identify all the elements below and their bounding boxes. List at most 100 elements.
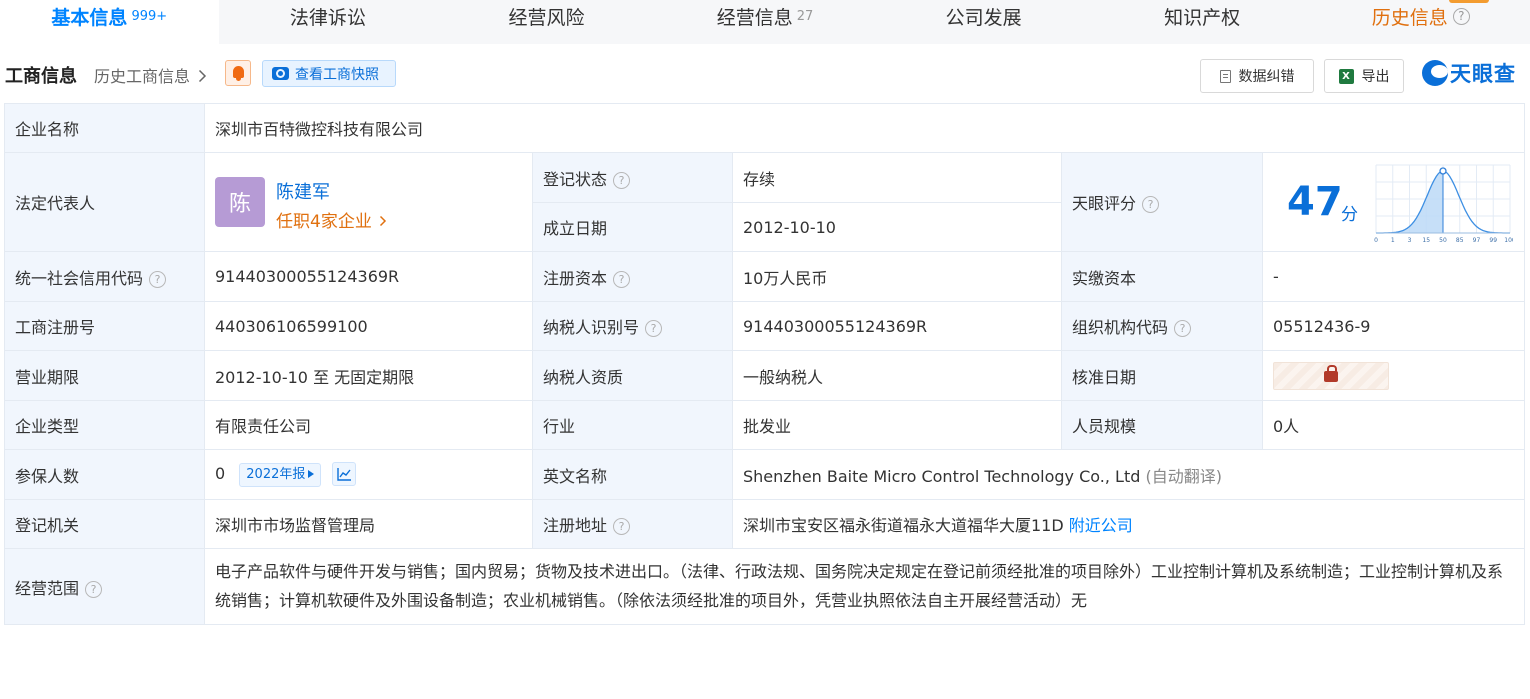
tab-ip[interactable]: 知识产权 [1093,0,1312,44]
tab-operation-info[interactable]: 经营信息 27 [656,0,875,44]
industry-value: 批发业 [732,400,1062,450]
reg-no-value: 440306106599100 [204,301,533,351]
help-icon[interactable]: ? [1174,320,1192,337]
help-icon[interactable]: ? [645,320,663,337]
legal-rep-name-link[interactable]: 陈建军 [276,178,330,204]
x-tick-label: 50 [1439,237,1447,244]
legal-rep-cell: 陈 陈建军 任职4家企业 [204,152,533,252]
address-label-cell: 注册地址? [532,499,733,549]
annual-report-label: 2022年报 [246,467,306,482]
nearby-companies-link[interactable]: 附近公司 [1069,516,1133,535]
company-type-value: 有限责任公司 [204,400,533,450]
score-marker [1439,167,1447,175]
help-icon[interactable]: ? [85,580,103,598]
section-header: 工商信息 历史工商信息 查看工商快照 数据纠错 X 导出 天眼查 [0,56,1530,93]
camera-icon [272,67,289,80]
business-info-table: 企业名称 深圳市百特微控科技有限公司 法定代表人 陈 陈建军 任职4家企业 登记… [4,103,1526,625]
score-unit: 分 [1341,205,1358,225]
insured-value: 0 [215,464,226,483]
authority-value: 深圳市市场监督管理局 [204,499,533,549]
tax-id-label: 纳税人识别号 [543,318,640,337]
insured-cell: 0 2022年报 [204,449,533,500]
trend-chart-icon [337,468,352,481]
tab-label: 公司发展 [945,7,1022,29]
credit-code-value: 91440300055124369R [204,251,533,302]
capital-label-cell: 注册资本? [532,251,733,302]
snapshot-label: 查看工商快照 [295,66,379,83]
en-name-label: 英文名称 [532,449,733,500]
history-business-link[interactable]: 历史工商信息 [94,63,207,87]
help-icon[interactable]: ? [1452,8,1470,25]
tab-count: 27 [796,9,814,24]
rep-companies-link[interactable]: 任职4家企业 [276,207,387,232]
trend-chart-button[interactable] [332,462,357,486]
tab-development[interactable]: 公司发展 [874,0,1093,44]
x-tick-label: 3 [1408,237,1412,244]
score-cell[interactable]: 47 分 0 1 3 15 50 85 97 99 100 [1261,152,1526,252]
status-label-cell: 登记状态? [532,152,733,203]
x-tick-label: 99 [1489,237,1497,244]
status-label: 登记状态 [543,169,608,189]
table-row: 企业名称 深圳市百特微控科技有限公司 [4,103,1526,153]
lock-icon [1324,364,1338,382]
tab-label: 经营信息 [716,7,793,29]
tax-id-value: 91440300055124369R [732,301,1062,351]
score-label: 天眼评分 [1072,194,1137,213]
logo-text: 天眼查 [1450,62,1516,86]
tab-label: 基本信息 [51,7,128,29]
chevron-right-icon [380,215,387,227]
annual-report-dropdown[interactable]: 2022年报 [239,463,322,487]
chevron-right-icon [199,69,207,83]
x-tick-label: 85 [1456,237,1464,244]
help-icon[interactable]: ? [1142,196,1160,213]
scope-label: 经营范围 [15,578,80,598]
correction-label: 数据纠错 [1238,69,1295,85]
company-type-label: 企业类型 [4,400,205,450]
term-label: 营业期限 [4,350,205,401]
staff-value: 0人 [1261,400,1526,450]
paid-capital-label: 实缴资本 [1061,251,1263,302]
found-date-value: 2012-10-10 [732,202,1062,252]
tab-label: 历史信息 [1371,7,1448,29]
view-snapshot-button[interactable]: 查看工商快照 [262,60,396,87]
authority-label: 登记机关 [4,499,205,549]
help-icon[interactable]: ? [613,171,631,189]
tab-operation-risk[interactable]: 经营风险 [437,0,656,44]
help-icon[interactable]: ? [613,518,631,535]
help-icon[interactable]: ? [613,270,631,288]
x-tick-label: 97 [1473,237,1481,244]
company-name-label: 企业名称 [4,103,205,153]
score-distribution-chart: 0 1 3 15 50 85 97 99 100 [1374,164,1513,244]
bell-icon [233,66,244,78]
avatar[interactable]: 陈 [215,177,265,227]
en-name-value: Shenzhen Baite Micro Control Technology … [743,466,1141,486]
tab-litigation[interactable]: 法律诉讼 [219,0,438,44]
insured-label: 参保人数 [4,449,205,500]
tab-basic-info[interactable]: 基本信息 999+ [0,0,219,44]
found-date-label: 成立日期 [532,202,733,252]
reg-no-label: 工商注册号 [4,301,205,351]
staff-label: 人员规模 [1061,400,1263,450]
table-row: 统一社会信用代码? 91440300055124369R 注册资本? 10万人民… [4,251,1526,302]
address-cell: 深圳市宝安区福永街道福永大道福华大厦11D 附近公司 [731,499,1526,549]
org-code-label-cell: 组织机构代码? [1061,301,1263,351]
table-row: 登记机关 深圳市市场监督管理局 注册地址? 深圳市宝安区福永街道福永大道福华大厦… [4,499,1526,549]
tax-id-label-cell: 纳税人识别号? [532,301,733,351]
monitor-bell-button[interactable] [225,60,251,86]
locked-value[interactable] [1273,361,1389,390]
help-icon[interactable]: ? [149,270,167,288]
export-button[interactable]: X 导出 [1324,59,1404,93]
capital-label: 注册资本 [543,268,608,288]
table-row: 经营范围? 电子产品软件与硬件开发与销售；国内贸易；货物及技术进出口。（法律、行… [4,548,1526,625]
paid-capital-value: - [1261,251,1526,302]
org-code-value: 05512436-9 [1261,301,1526,351]
approve-date-cell [1261,350,1526,401]
score-label-cell: 天眼评分? [1061,152,1263,252]
company-name-value: 深圳市百特微控科技有限公司 [203,103,1526,153]
tax-qual-label: 纳税人资质 [532,350,733,401]
table-row: 营业期限 2012-10-10 至 无固定期限 纳税人资质 一般纳税人 核准日期 [4,350,1526,401]
history-link-label: 历史工商信息 [94,67,191,86]
tab-history[interactable]: 历史信息 ? [1311,0,1530,44]
data-correction-button[interactable]: 数据纠错 [1200,59,1314,93]
table-row: 参保人数 0 2022年报 英文名称 Shenzhen Baite Micro … [4,449,1526,500]
